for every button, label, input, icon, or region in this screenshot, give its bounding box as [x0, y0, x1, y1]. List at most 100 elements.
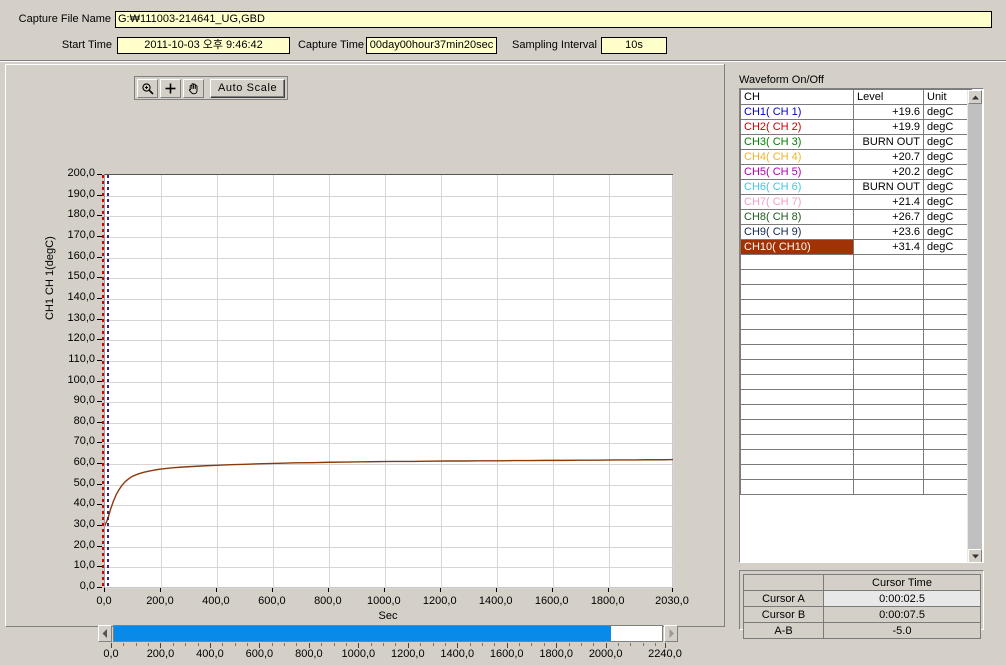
table-row-empty[interactable] [740, 419, 972, 435]
y-axis-tick-label: 130,0 [67, 311, 95, 324]
channel-name-cell[interactable]: CH3( CH 3) [740, 134, 854, 150]
empty-cell [853, 359, 924, 375]
table-row-empty[interactable] [740, 329, 972, 345]
cursor-time-table: Cursor Time Cursor A 0:00:02.5 Cursor B 0:00… [743, 574, 981, 639]
table-row[interactable]: CH10( CH10) +31.4 degC [740, 239, 972, 255]
capture-time-field[interactable]: 00day00hour37min20sec [366, 37, 497, 54]
range-tick-minor [469, 643, 471, 646]
table-row-empty[interactable] [740, 284, 972, 300]
table-row[interactable]: CH2( CH 2) +19.9 degC [740, 119, 972, 135]
table-row-empty[interactable] [740, 314, 972, 330]
y-axis-tick-label: 170,0 [67, 228, 95, 241]
table-row-empty[interactable] [740, 389, 972, 405]
cursor-b-line[interactable] [107, 175, 110, 588]
range-tick-label: 2000,0 [588, 648, 623, 660]
sampling-interval-field[interactable]: 10s [601, 37, 667, 54]
x-axis-tick-mark [551, 588, 553, 592]
cursor-a-line[interactable] [101, 175, 104, 588]
cursor-row-label: Cursor B [743, 606, 824, 623]
empty-cell [853, 389, 924, 405]
table-row-empty[interactable] [740, 269, 972, 285]
table-row-empty[interactable] [740, 299, 972, 315]
table-row[interactable]: CH9( CH 9) +23.6 degC [740, 224, 972, 240]
table-row[interactable]: CH7( CH 7) +21.4 degC [740, 194, 972, 210]
range-fill[interactable] [114, 626, 611, 641]
waveform-scrollbar[interactable] [967, 90, 982, 562]
channel-name-cell[interactable]: CH4( CH 4) [740, 149, 854, 165]
x-axis-tick-mark [159, 588, 161, 592]
y-axis-tick-label: 50,0 [73, 476, 95, 489]
capture-file-name-label: Capture File Name [18, 13, 111, 25]
table-row[interactable]: CH8( CH 8) +26.7 degC [740, 209, 972, 225]
plot-area[interactable] [101, 174, 674, 589]
range-tick-minor [383, 643, 385, 646]
table-row-empty[interactable] [740, 449, 972, 465]
table-row-empty[interactable] [740, 359, 972, 375]
cursor-header-row: Cursor Time [743, 574, 981, 591]
table-row[interactable]: CH3( CH 3) BURN OUT degC [740, 134, 972, 150]
empty-cell [923, 479, 972, 495]
channel-name-cell[interactable]: CH1( CH 1) [740, 104, 854, 120]
channel-name-cell[interactable]: CH5( CH 5) [740, 164, 854, 180]
scroll-down-arrow-icon[interactable] [968, 549, 982, 562]
range-track[interactable] [113, 625, 663, 642]
range-tick-minor [568, 643, 570, 646]
start-time-field[interactable]: 2011-10-03 오후 9:46:42 [117, 37, 290, 54]
waveform-table-body: CH1( CH 1) +19.6 degC CH2( CH 2) +19.9 degC CH… [740, 104, 972, 495]
channel-name-cell[interactable]: CH2( CH 2) [740, 119, 854, 135]
waveform-table-header-row: CH Level Unit [740, 89, 972, 105]
channel-unit-cell: degC [923, 104, 972, 120]
channel-unit-cell: degC [923, 239, 972, 255]
channel-name-cell[interactable]: CH8( CH 8) [740, 209, 854, 225]
empty-cell [923, 359, 972, 375]
channel-unit-cell: degC [923, 209, 972, 225]
x-axis-tick-label: 800,0 [314, 595, 342, 607]
table-row[interactable]: CH6( CH 6) BURN OUT degC [740, 179, 972, 195]
channel-name-cell[interactable]: CH10( CH10) [740, 239, 854, 255]
x-axis-tick-label: 200,0 [146, 595, 174, 607]
range-tick-minor [655, 643, 657, 646]
table-row-empty[interactable] [740, 404, 972, 420]
channel-name-cell[interactable]: CH9( CH 9) [740, 224, 854, 240]
empty-cell [923, 329, 972, 345]
y-axis-tick-label: 90,0 [73, 394, 95, 407]
grid-line-vertical [673, 175, 674, 588]
range-tick-minor [321, 643, 323, 646]
left-arrow-icon[interactable] [98, 625, 112, 642]
empty-cell [740, 374, 854, 390]
channel-name-cell[interactable]: CH6( CH 6) [740, 179, 854, 195]
right-panel: Waveform On/Off CH Level Unit CH1( CH 1)… [727, 64, 1001, 639]
channel-name-cell[interactable]: CH7( CH 7) [740, 194, 854, 210]
table-row-empty[interactable] [740, 464, 972, 480]
y-axis-tick-label: 200,0 [67, 167, 95, 179]
empty-cell [853, 284, 924, 300]
empty-cell [740, 329, 854, 345]
right-arrow-icon[interactable] [664, 625, 678, 642]
x-axis-label: Sec [378, 610, 398, 622]
cursor-row: A-B -5.0 [743, 622, 981, 639]
table-row[interactable]: CH5( CH 5) +20.2 degC [740, 164, 972, 180]
range-tick-minor [333, 643, 335, 646]
range-tick-minor [444, 643, 446, 646]
scroll-up-arrow-icon[interactable] [968, 90, 982, 104]
table-row-empty[interactable] [740, 479, 972, 495]
time-range-scrollbar[interactable] [98, 625, 678, 642]
cursor-corner-cell [743, 574, 824, 591]
capture-info-header: Capture File Name G:₩111003-214641_UG,GB… [0, 0, 1006, 62]
empty-cell [853, 404, 924, 420]
range-tick-minor [247, 643, 249, 646]
table-row-empty[interactable] [740, 344, 972, 360]
range-tick-minor [148, 643, 150, 646]
table-row-empty[interactable] [740, 374, 972, 390]
capture-file-name-field[interactable]: G:₩111003-214641_UG,GBD [115, 11, 992, 28]
cursor-row-label: Cursor A [743, 590, 824, 607]
table-row[interactable]: CH1( CH 1) +19.6 degC [740, 104, 972, 120]
range-tick-minor [432, 643, 434, 646]
table-row[interactable]: CH4( CH 4) +20.7 degC [740, 149, 972, 165]
empty-cell [740, 464, 854, 480]
range-tick-minor [494, 643, 496, 646]
table-row-empty[interactable] [740, 254, 972, 270]
x-axis-tick-mark [271, 588, 273, 592]
table-row-empty[interactable] [740, 434, 972, 450]
y-axis-tick-label: 110,0 [68, 352, 95, 365]
